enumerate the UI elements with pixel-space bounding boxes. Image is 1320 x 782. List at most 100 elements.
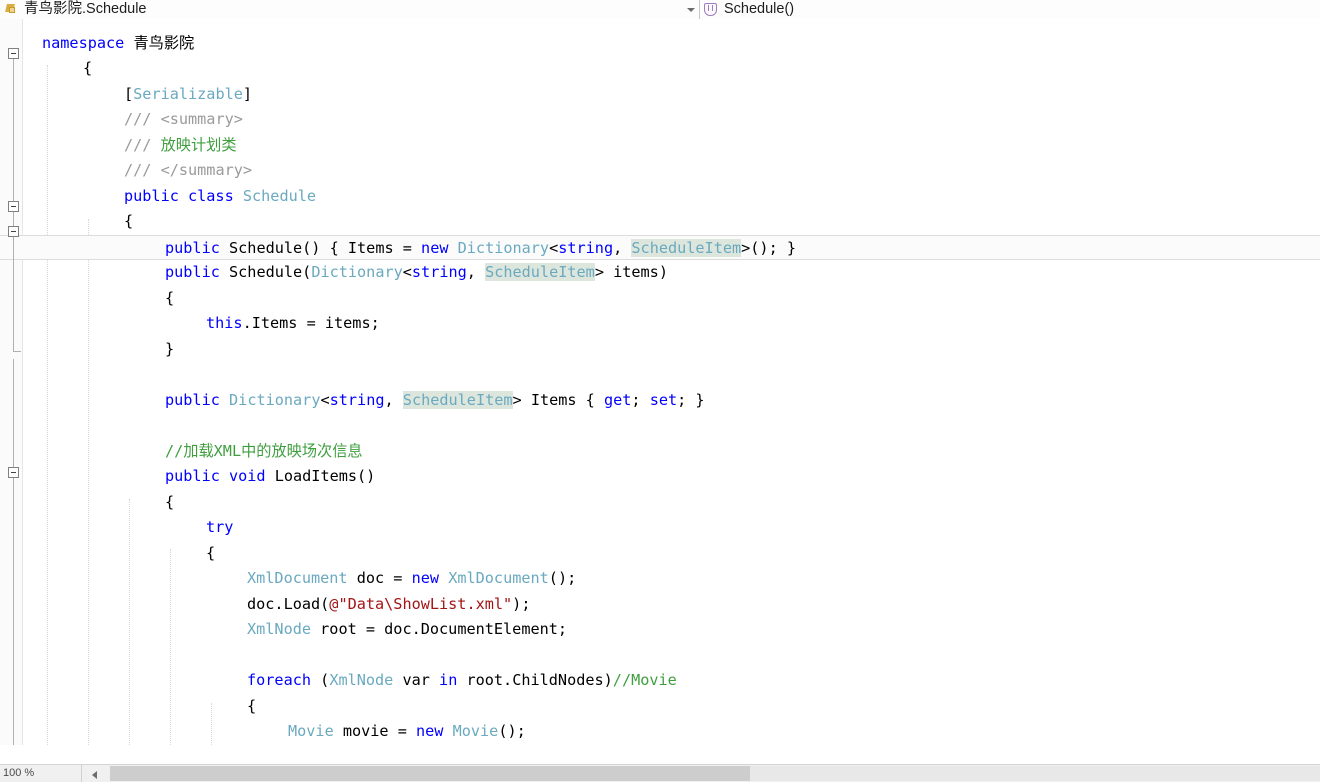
code-line-text: {	[0, 694, 256, 719]
code-line-text: {	[0, 490, 174, 515]
code-line-text: namespace 青鸟影院	[0, 31, 194, 56]
navigation-bar: 青鸟影院.Schedule Schedule()	[0, 0, 1320, 19]
code-line-text: public void LoadItems()	[0, 464, 375, 489]
fold-collapse-box[interactable]	[8, 201, 19, 212]
code-token: <	[402, 263, 412, 281]
code-line[interactable]: Movie movie = new Movie();	[0, 719, 1320, 744]
code-token: ScheduleItem	[631, 239, 742, 257]
code-editor-surface[interactable]: namespace 青鸟影院{[Serializable]/// <summar…	[0, 19, 1320, 764]
code-token: set	[649, 391, 678, 409]
code-line-text: {	[0, 541, 215, 566]
code-token: [	[124, 85, 134, 103]
code-line-text: public Schedule(Dictionary<string, Sched…	[0, 260, 668, 285]
code-line-text: doc.Load(@"Data\ShowList.xml");	[0, 592, 530, 617]
code-token: Movie	[288, 722, 334, 740]
code-token: string	[558, 239, 614, 257]
code-line[interactable]: foreach (XmlNode var in root.ChildNodes)…	[0, 668, 1320, 693]
code-token: @"Data\ShowList.xml"	[329, 595, 513, 613]
code-token: <	[549, 239, 559, 257]
code-token: XmlNode	[247, 620, 312, 638]
code-line[interactable]: //加载XML中的放映场次信息	[0, 439, 1320, 464]
code-token: (	[311, 671, 330, 689]
code-token: string	[329, 391, 385, 409]
code-line[interactable]: public Dictionary<string, ScheduleItem> …	[0, 388, 1320, 413]
code-line[interactable]: public void LoadItems()	[0, 464, 1320, 489]
code-line[interactable]	[0, 413, 1320, 438]
code-line[interactable]: {	[0, 56, 1320, 81]
code-token: ScheduleItem	[485, 263, 595, 281]
code-line[interactable]: doc.Load(@"Data\ShowList.xml");	[0, 592, 1320, 617]
code-line[interactable]: }	[0, 337, 1320, 362]
code-line[interactable]: {	[0, 694, 1320, 719]
code-token: ScheduleItem	[402, 391, 513, 409]
code-line[interactable]: [Serializable]	[0, 82, 1320, 107]
code-token: {	[165, 289, 175, 307]
code-token: ;	[631, 391, 650, 409]
type-dropdown-label: 青鸟影院.Schedule	[24, 1, 147, 17]
code-token: ,	[384, 391, 403, 409]
code-line[interactable]: XmlNode root = doc.DocumentElement;	[0, 617, 1320, 642]
outlining-guide-line	[13, 478, 14, 764]
fold-collapse-box[interactable]	[8, 226, 19, 237]
code-token: {	[206, 544, 216, 562]
horizontal-scrollbar-strip[interactable]: 100 %	[0, 764, 1320, 782]
code-line[interactable]	[0, 362, 1320, 387]
code-token: ,	[613, 239, 632, 257]
code-line[interactable]: {	[0, 541, 1320, 566]
code-line[interactable]: this.Items = items;	[0, 311, 1320, 336]
code-line-text: /// <summary>	[0, 107, 243, 132]
code-line[interactable]: try	[0, 515, 1320, 540]
code-token: );	[512, 595, 531, 613]
horizontal-scrollbar-track[interactable]	[110, 766, 1320, 781]
code-line[interactable]: {	[0, 490, 1320, 515]
outlining-guide-line	[13, 59, 14, 201]
code-line[interactable]: /// 放映计划类	[0, 133, 1320, 158]
code-token: new	[411, 569, 440, 587]
fold-collapse-box[interactable]	[8, 467, 19, 478]
code-line-text: //加载XML中的放映场次信息	[0, 439, 363, 464]
member-dropdown[interactable]: Schedule()	[700, 0, 1320, 19]
code-token: public	[165, 263, 220, 281]
zoom-level-box[interactable]: 100 %	[0, 765, 82, 782]
code-line-text: foreach (XmlNode var in root.ChildNodes)…	[0, 668, 677, 693]
code-line[interactable]: public Schedule(Dictionary<string, Sched…	[0, 260, 1320, 285]
member-dropdown-label: Schedule()	[724, 1, 795, 17]
type-dropdown[interactable]: 青鸟影院.Schedule	[0, 0, 700, 19]
code-token: .Items = items;	[242, 314, 380, 332]
code-line[interactable]: {	[0, 209, 1320, 234]
code-token: string	[411, 263, 467, 281]
outlining-guide-line	[13, 212, 14, 226]
fold-collapse-box[interactable]	[8, 48, 19, 59]
code-text-area[interactable]: namespace 青鸟影院{[Serializable]/// <summar…	[0, 19, 1320, 764]
outlining-guide-line	[13, 237, 14, 351]
chevron-down-icon[interactable]	[683, 0, 699, 19]
code-token: ///	[124, 110, 161, 128]
code-token: ,	[466, 263, 486, 281]
code-token: ///	[124, 161, 161, 179]
code-line[interactable]: /// </summary>	[0, 158, 1320, 183]
code-token: Serializable	[133, 85, 243, 103]
scroll-left-arrow-icon[interactable]	[82, 765, 110, 782]
code-line[interactable]: {	[0, 286, 1320, 311]
code-line[interactable]: public class Schedule	[0, 184, 1320, 209]
code-token: foreach	[247, 671, 312, 689]
code-token: > items)	[594, 263, 668, 281]
horizontal-scrollbar-thumb[interactable]	[110, 766, 750, 781]
class-icon	[2, 2, 20, 18]
code-token: Schedule	[242, 187, 317, 205]
code-line-text: XmlNode root = doc.DocumentElement;	[0, 617, 567, 642]
code-token: new	[421, 239, 449, 257]
code-token: {	[83, 59, 93, 77]
code-token: new	[416, 722, 444, 740]
code-line[interactable]: XmlDocument doc = new XmlDocument();	[0, 566, 1320, 591]
code-line[interactable]: namespace 青鸟影院	[0, 31, 1320, 56]
code-token: >(); }	[741, 239, 797, 257]
code-line-current[interactable]: public Schedule() { Items = new Dictiona…	[0, 235, 1320, 261]
fold-region-end-tick	[13, 351, 21, 352]
code-line[interactable]: /// <summary>	[0, 107, 1320, 132]
code-line[interactable]	[0, 643, 1320, 668]
code-token: ]	[242, 85, 253, 103]
